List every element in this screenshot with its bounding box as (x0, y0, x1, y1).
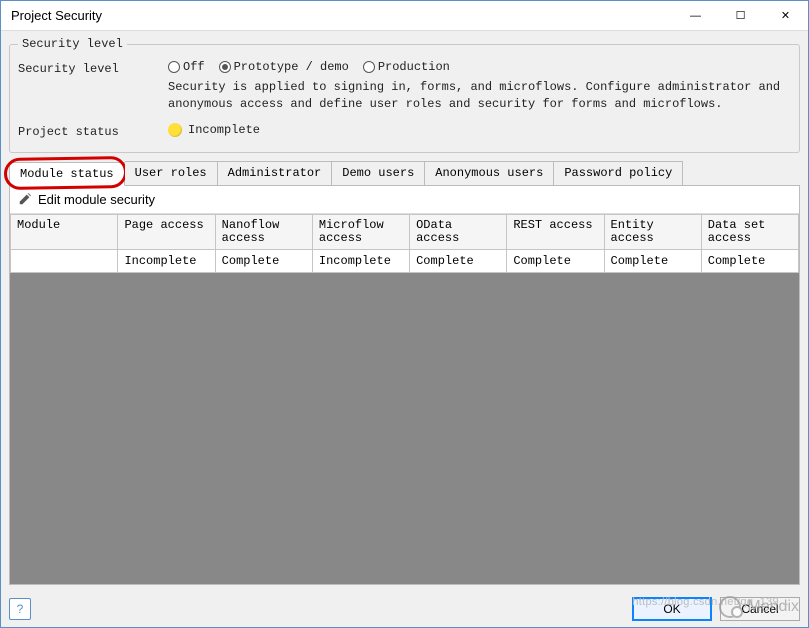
table-row[interactable]: MyFirstModuleIncompleteCompleteIncomplet… (11, 249, 799, 272)
project-status-value: Incomplete (168, 123, 260, 137)
cell-rest: Complete (507, 249, 604, 272)
column-header[interactable]: Entity access (604, 214, 701, 249)
column-header[interactable]: Module (11, 214, 118, 249)
tab-administrator[interactable]: Administrator (218, 161, 333, 185)
radio-icon (168, 61, 180, 73)
column-header[interactable]: Page access (118, 214, 215, 249)
project-status-label: Project status (18, 123, 168, 139)
cell-module: MyFirstModule (11, 249, 118, 272)
radio-icon (219, 61, 231, 73)
status-dot-icon (168, 123, 182, 137)
tab-password-policy[interactable]: Password policy (554, 161, 683, 185)
column-header[interactable]: REST access (507, 214, 604, 249)
close-button[interactable]: ✕ (763, 1, 808, 30)
window-titlebar: Project Security — ☐ ✕ (1, 1, 808, 31)
edit-module-security-header[interactable]: Edit module security (10, 186, 799, 214)
cell-nano: Complete (215, 249, 312, 272)
column-header[interactable]: Microflow access (312, 214, 409, 249)
cell-entity: Complete (604, 249, 701, 272)
tab-user-roles[interactable]: User roles (125, 161, 218, 185)
module-status-table: ModulePage accessNanoflow accessMicroflo… (10, 214, 799, 273)
tab-body-module-status: Edit module security ModulePage accessNa… (9, 185, 800, 585)
radio-production[interactable]: Production (363, 60, 450, 74)
help-button[interactable]: ? (9, 598, 31, 620)
tab-module-status[interactable]: Module status (9, 162, 125, 186)
radio-prototype[interactable]: Prototype / demo (219, 60, 349, 74)
window-title: Project Security (11, 8, 673, 23)
column-header[interactable]: Data set access (701, 214, 798, 249)
cell-micro: Incomplete (312, 249, 409, 272)
cell-odata: Complete (410, 249, 507, 272)
column-header[interactable]: OData access (410, 214, 507, 249)
pencil-icon (18, 192, 32, 206)
security-level-group: Security level Security level Off Protot… (9, 37, 800, 153)
radio-off[interactable]: Off (168, 60, 205, 74)
tab-demo-users[interactable]: Demo users (332, 161, 425, 185)
security-description: Security is applied to signing in, forms… (168, 79, 791, 113)
security-legend: Security level (18, 37, 127, 51)
cell-dataset: Complete (701, 249, 798, 272)
security-level-label: Security level (18, 60, 168, 76)
radio-icon (363, 61, 375, 73)
cancel-button[interactable]: Cancel (720, 597, 800, 621)
column-header[interactable]: Nanoflow access (215, 214, 312, 249)
ok-button[interactable]: OK (632, 597, 712, 621)
tab-anonymous-users[interactable]: Anonymous users (425, 161, 554, 185)
minimize-button[interactable]: — (673, 1, 718, 30)
maximize-button[interactable]: ☐ (718, 1, 763, 30)
cell-page: Incomplete (118, 249, 215, 272)
